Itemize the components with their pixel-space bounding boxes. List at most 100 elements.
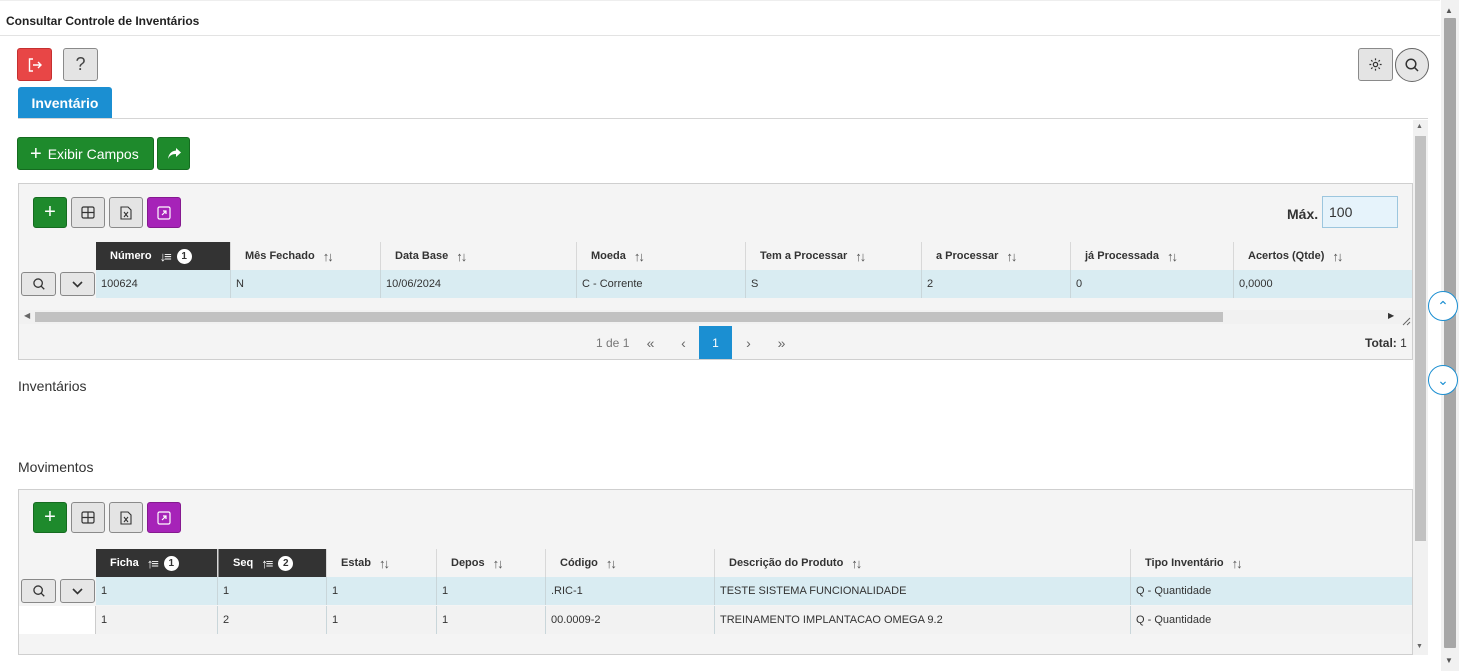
share-button[interactable] [157, 137, 190, 170]
content-scroll-up-icon[interactable]: ▲ [1416, 123, 1423, 130]
row-expand-button[interactable] [60, 579, 95, 603]
table-row[interactable]: 1 1 1 1 .RIC-1 TESTE SISTEMA FUNCIONALID… [19, 577, 1412, 605]
exit-button[interactable] [17, 48, 52, 81]
inventory-columns-button[interactable] [71, 197, 105, 228]
resize-grip-icon[interactable] [1401, 316, 1411, 326]
cell: N [231, 270, 381, 298]
excel-file-icon [120, 510, 132, 525]
chevron-down-icon [72, 280, 83, 288]
column-header-ficha[interactable]: Ficha ↑≡ 1 [96, 549, 218, 577]
column-header-numero[interactable]: Número ↓≡ 1 [96, 242, 231, 270]
inventory-grid-header: Número ↓≡ 1 Mês Fechado ↑↓ Data Base ↑↓ Mo… [19, 242, 1412, 270]
sort-icon: ↑↓ [492, 555, 504, 571]
column-label: Mês Fechado [245, 250, 315, 262]
sort-asc-icon: ↑≡ [261, 555, 273, 571]
plus-icon: + [44, 201, 56, 223]
cell: .RIC-1 [546, 577, 715, 605]
tab-inventario[interactable]: Inventário [18, 87, 112, 118]
table-row[interactable]: 1 2 1 1 00.0009-2 TREINAMENTO IMPLANTACA… [19, 606, 1412, 634]
inventory-add-button[interactable]: + [33, 197, 67, 228]
column-label: Moeda [591, 250, 626, 262]
next-page-button[interactable]: › [732, 326, 765, 359]
inventory-expand-button[interactable] [147, 197, 181, 228]
help-button[interactable]: ? [63, 48, 98, 81]
cell: 1 [327, 577, 437, 605]
cell: Q - Quantidade [1131, 577, 1412, 605]
column-header-a-processar[interactable]: a Processar ↑↓ [922, 242, 1071, 270]
scroll-down-arrow-icon[interactable]: ▼ [1445, 656, 1453, 665]
content-scroll-down-icon[interactable]: ▼ [1416, 643, 1423, 650]
cell: 10/06/2024 [381, 270, 577, 298]
sort-order-badge: 2 [278, 555, 294, 571]
column-header-tem-a-processar[interactable]: Tem a Processar ↑↓ [746, 242, 922, 270]
search-icon [1405, 58, 1419, 72]
table-row[interactable]: 100624 N 10/06/2024 C - Corrente S 2 0 0… [19, 270, 1412, 298]
column-header-ja-processada[interactable]: já Processada ↑↓ [1071, 242, 1234, 270]
column-label: Data Base [395, 250, 449, 262]
page-number-button[interactable]: 1 [699, 326, 732, 359]
row-expand-button[interactable] [60, 272, 95, 296]
scroll-right-icon[interactable]: ▶ [1388, 311, 1394, 320]
inventory-horizontal-scrollbar[interactable]: ◀ ▶ [19, 310, 1412, 324]
first-page-button[interactable]: « [634, 326, 667, 359]
scroll-top-button[interactable]: ⌃ [1428, 291, 1458, 321]
sort-icon: ↑↓ [1231, 555, 1243, 571]
movements-columns-button[interactable] [71, 502, 105, 533]
column-header-descricao[interactable]: Descrição do Produto ↑↓ [715, 549, 1131, 577]
movements-excel-button[interactable] [109, 502, 143, 533]
column-header-acertos[interactable]: Acertos (Qtde) ↑↓ [1234, 242, 1412, 270]
settings-button[interactable] [1358, 48, 1393, 81]
cell: TREINAMENTO IMPLANTACAO OMEGA 9.2 [715, 606, 1131, 634]
sort-icon: ↑↓ [1167, 248, 1178, 264]
column-header-moeda[interactable]: Moeda ↑↓ [577, 242, 746, 270]
column-header-estab[interactable]: Estab ↑↓ [327, 549, 437, 577]
expand-icon [157, 510, 171, 525]
column-label: Código [560, 557, 598, 569]
sort-order-badge: 1 [176, 248, 192, 264]
sort-icon: ↑↓ [1006, 248, 1017, 264]
exibir-campos-button[interactable]: + Exibir Campos [17, 137, 154, 170]
scroll-bottom-button[interactable]: ⌄ [1428, 365, 1458, 395]
cell: Q - Quantidade [1131, 606, 1412, 634]
last-page-button[interactable]: » [765, 326, 798, 359]
total-label-text: Total: [1365, 336, 1397, 350]
column-header-data-base[interactable]: Data Base ↑↓ [381, 242, 577, 270]
cell: 1 [437, 606, 546, 634]
double-chevron-up-icon: ⌃ [1437, 297, 1449, 314]
prev-page-button[interactable]: ‹ [667, 326, 700, 359]
sort-icon: ↑↓ [633, 248, 645, 264]
column-header-mes-fechado[interactable]: Mês Fechado ↑↓ [231, 242, 381, 270]
page-scrollbar-thumb[interactable] [1444, 18, 1456, 648]
horizontal-scrollbar-thumb[interactable] [35, 312, 1223, 322]
grid-icon [81, 206, 95, 219]
total-value: 1 [1400, 336, 1407, 350]
search-button[interactable] [1395, 48, 1429, 82]
column-header-depos[interactable]: Depos ↑↓ [437, 549, 546, 577]
section-title-movimentos: Movimentos [18, 459, 94, 475]
cell: 1 [96, 577, 218, 605]
column-header-tipo-inventario[interactable]: Tipo Inventário ↑↓ [1131, 549, 1412, 577]
column-label: Seq [233, 557, 254, 569]
window-title: Consultar Controle de Inventários [6, 14, 200, 28]
row-view-button[interactable] [21, 579, 56, 603]
column-header-codigo[interactable]: Código ↑↓ [546, 549, 715, 577]
share-icon [167, 147, 181, 159]
max-input[interactable] [1322, 196, 1398, 228]
current-page: 1 [712, 335, 719, 350]
column-label: Tem a Processar [760, 250, 848, 262]
movements-grid-header: Ficha ↑≡ 1 Seq ↑≡ 2 Estab ↑↓ Depos ↑↓ Códi… [19, 549, 1412, 577]
scroll-left-icon[interactable]: ◀ [24, 311, 30, 320]
tab-inventario-label: Inventário [31, 94, 99, 111]
page-scrollbar[interactable]: ▲ ▼ [1441, 0, 1459, 671]
content-scrollbar[interactable]: ▲ ▼ [1413, 120, 1428, 655]
movements-add-button[interactable]: + [33, 502, 67, 533]
inventory-pager: 1 de 1 « ‹ 1 › » Total: 1 [19, 326, 1412, 359]
content-scrollbar-thumb[interactable] [1415, 136, 1426, 541]
movements-expand-button[interactable] [147, 502, 181, 533]
column-header-seq[interactable]: Seq ↑≡ 2 [218, 549, 327, 577]
inventory-excel-button[interactable] [109, 197, 143, 228]
cell: 1 [96, 606, 218, 634]
scroll-up-arrow-icon[interactable]: ▲ [1445, 6, 1453, 15]
row-view-button[interactable] [21, 272, 56, 296]
exibir-campos-label: Exibir Campos [47, 145, 139, 162]
